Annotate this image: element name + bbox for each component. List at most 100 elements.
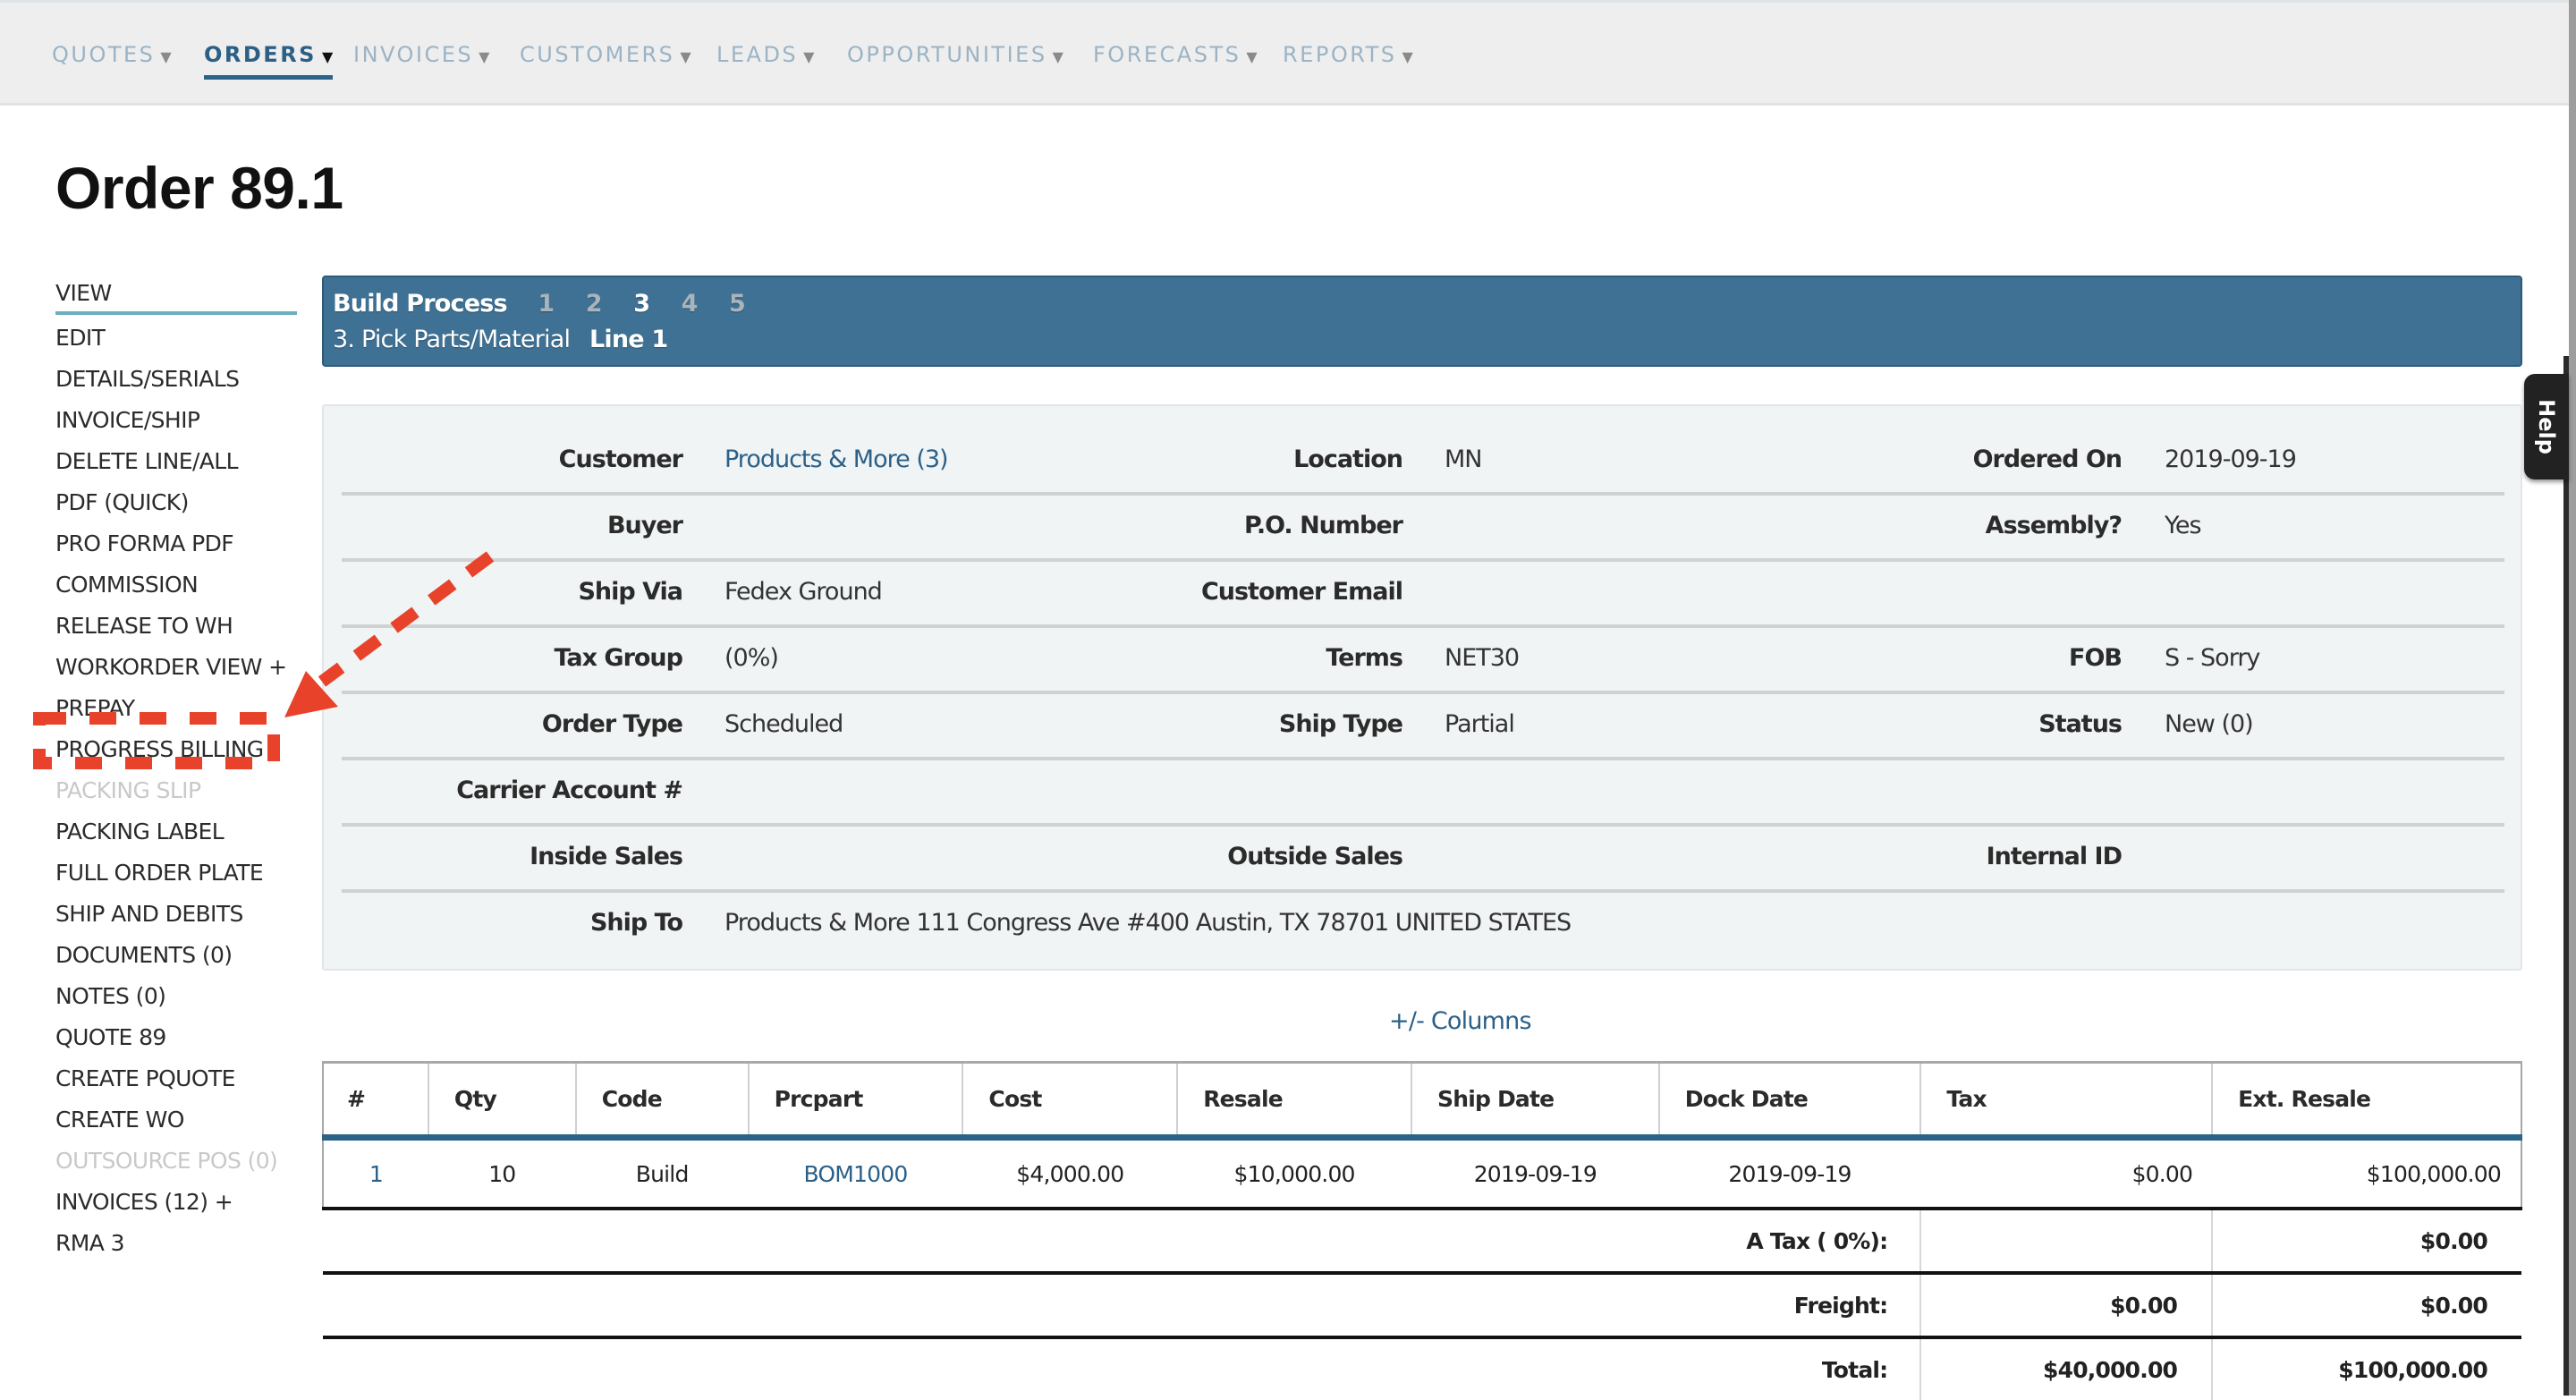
sidebar-item-quote[interactable]: QUOTE 89 xyxy=(55,1022,297,1063)
cell-qty: 10 xyxy=(428,1137,576,1210)
info-label: Inside Sales xyxy=(530,843,683,870)
info-row: Ship Via Fedex Ground Customer Email xyxy=(342,558,2504,628)
scrollbar[interactable] xyxy=(2563,356,2569,1396)
toggle-columns-link[interactable]: +/- Columns xyxy=(1389,1007,1532,1035)
col-header-resale[interactable]: Resale xyxy=(1176,1061,1411,1141)
caret-down-icon: ▼ xyxy=(160,48,172,65)
col-header-qty[interactable]: Qty xyxy=(427,1061,576,1141)
line-number-link[interactable]: 1 xyxy=(322,1137,428,1210)
nav-quotes[interactable]: QUOTES ▼ xyxy=(52,42,172,67)
help-button[interactable]: Help xyxy=(2524,374,2569,479)
top-navigation: QUOTES ▼ ORDERS ▼ INVOICES ▼ CUSTOMERS ▼ LEA… xyxy=(0,0,2576,106)
summary-cost: $0.00 xyxy=(1919,1273,2213,1339)
build-step-label: 3. Pick Parts/Material xyxy=(333,326,571,353)
nav-label: FORECASTS xyxy=(1093,42,1241,67)
info-value: New (0) xyxy=(2165,710,2254,738)
prcpart-link[interactable]: BOM1000 xyxy=(748,1137,963,1210)
sidebar-item-pro-forma-pdf[interactable]: PRO FORMA PDF xyxy=(55,528,297,569)
info-label: Status xyxy=(2038,710,2123,738)
build-step-1[interactable]: 1 xyxy=(538,290,555,318)
build-step-2[interactable]: 2 xyxy=(586,290,603,318)
nav-forecasts[interactable]: FORECASTS ▼ xyxy=(1093,42,1258,67)
info-value: Partial xyxy=(1445,710,1515,738)
info-label: Assembly? xyxy=(1985,512,2123,539)
cell-ship-date: 2019-09-19 xyxy=(1411,1137,1659,1210)
info-label: Ordered On xyxy=(1972,445,2123,473)
sidebar-item-workorder-view[interactable]: WORKORDER VIEW + xyxy=(55,651,297,692)
nav-label: INVOICES xyxy=(353,42,474,67)
sidebar-menu: VIEW EDIT DETAILS/SERIALS INVOICE/SHIP D… xyxy=(55,277,297,1268)
info-label: Internal ID xyxy=(1986,843,2123,870)
col-header-dock-date[interactable]: Dock Date xyxy=(1657,1061,1921,1141)
info-row: Ship To Products & More 111 Congress Ave… xyxy=(342,889,2504,955)
nav-orders[interactable]: ORDERS ▼ xyxy=(204,42,334,80)
col-header-ship-date[interactable]: Ship Date xyxy=(1410,1061,1659,1141)
nav-label: LEADS xyxy=(716,42,799,67)
col-header-num[interactable]: # xyxy=(322,1061,428,1141)
sidebar-item-commission[interactable]: COMMISSION xyxy=(55,569,297,610)
cell-resale: $10,000.00 xyxy=(1177,1137,1411,1210)
nav-opportunities[interactable]: OPPORTUNITIES ▼ xyxy=(847,42,1063,67)
info-label: Outside Sales xyxy=(1227,843,1403,870)
nav-customers[interactable]: CUSTOMERS ▼ xyxy=(520,42,691,67)
sidebar-item-prepay[interactable]: PREPAY xyxy=(55,692,297,734)
sidebar-item-create-wo[interactable]: CREATE WO xyxy=(55,1104,297,1145)
sidebar-item-invoice-ship[interactable]: INVOICE/SHIP xyxy=(55,404,297,445)
sidebar-item-create-pquote[interactable]: CREATE PQUOTE xyxy=(55,1063,297,1104)
cell-tax: $0.00 xyxy=(1920,1137,2213,1210)
summary-ext: $0.00 xyxy=(2211,1209,2521,1275)
info-value: Fedex Ground xyxy=(724,578,883,606)
table-header-row: # Qty Code Prcpart Cost Resale Ship Date… xyxy=(322,1061,2522,1141)
sidebar-item-documents[interactable]: DOCUMENTS (0) xyxy=(55,939,297,980)
sidebar-item-view[interactable]: VIEW xyxy=(55,277,297,315)
build-process-banner: Build Process 1 2 3 4 5 3. Pick Parts/Ma… xyxy=(322,276,2522,367)
info-value: Yes xyxy=(2165,512,2202,539)
sidebar-item-ship-and-debits[interactable]: SHIP AND DEBITS xyxy=(55,898,297,939)
summary-row-total: Total: $40,000.00 $100,000.00 xyxy=(323,1337,2521,1400)
caret-down-icon: ▼ xyxy=(680,48,691,65)
sidebar-item-edit[interactable]: EDIT xyxy=(55,322,297,363)
page-title: Order 89.1 xyxy=(55,155,343,221)
help-label: Help xyxy=(2534,399,2559,454)
sidebar-item-details-serials[interactable]: DETAILS/SERIALS xyxy=(55,363,297,404)
col-header-ext-resale[interactable]: Ext. Resale xyxy=(2211,1061,2522,1141)
col-header-cost[interactable]: Cost xyxy=(962,1061,1178,1141)
sidebar-item-rma[interactable]: RMA 3 xyxy=(55,1227,297,1268)
build-step-3-current[interactable]: 3 xyxy=(633,290,650,318)
customer-link[interactable]: Products & More (3) xyxy=(724,445,949,473)
summary-ext: $100,000.00 xyxy=(2211,1337,2521,1400)
sidebar-item-release-to-wh[interactable]: RELEASE TO WH xyxy=(55,610,297,651)
build-step-4[interactable]: 4 xyxy=(682,290,699,318)
sidebar-item-packing-label[interactable]: PACKING LABEL xyxy=(55,816,297,857)
nav-invoices[interactable]: INVOICES ▼ xyxy=(353,42,489,67)
summary-ext: $0.00 xyxy=(2211,1273,2521,1339)
col-header-tax[interactable]: Tax xyxy=(1919,1061,2213,1141)
info-label: Tax Group xyxy=(554,644,683,672)
info-label: Terms xyxy=(1326,644,1403,672)
summary-label: A Tax ( 0%): xyxy=(323,1209,1921,1275)
caret-down-icon: ▼ xyxy=(321,48,334,65)
sidebar-item-invoices[interactable]: INVOICES (12) + xyxy=(55,1186,297,1227)
sidebar-item-full-order-plate[interactable]: FULL ORDER PLATE xyxy=(55,857,297,898)
sidebar-item-progress-billing[interactable]: PROGRESS BILLING xyxy=(55,734,297,775)
build-process-title: Build Process xyxy=(333,290,508,318)
col-header-code[interactable]: Code xyxy=(574,1061,749,1141)
info-value: NET30 xyxy=(1445,644,1520,672)
caret-down-icon: ▼ xyxy=(803,48,815,65)
col-header-prcpart[interactable]: Prcpart xyxy=(747,1061,963,1141)
info-row: Customer Products & More (3) Location MN… xyxy=(342,426,2504,496)
info-row: Carrier Account # xyxy=(342,757,2504,827)
summary-row-freight: Freight: $0.00 $0.00 xyxy=(323,1273,2521,1339)
nav-label: REPORTS xyxy=(1283,42,1397,67)
info-label: Customer xyxy=(558,445,683,473)
ship-to-address: Products & More 111 Congress Ave #400 Au… xyxy=(724,909,1572,937)
sidebar-item-notes[interactable]: NOTES (0) xyxy=(55,980,297,1022)
build-step-5[interactable]: 5 xyxy=(729,290,746,318)
cell-code: Build xyxy=(575,1137,749,1210)
cell-cost: $4,000.00 xyxy=(962,1137,1178,1210)
sidebar-item-delete-line-all[interactable]: DELETE LINE/ALL xyxy=(55,445,297,487)
nav-reports[interactable]: REPORTS ▼ xyxy=(1283,42,1413,67)
sidebar-item-pdf-quick[interactable]: PDF (QUICK) xyxy=(55,487,297,528)
caret-down-icon: ▼ xyxy=(479,48,490,65)
nav-leads[interactable]: LEADS ▼ xyxy=(716,42,814,67)
